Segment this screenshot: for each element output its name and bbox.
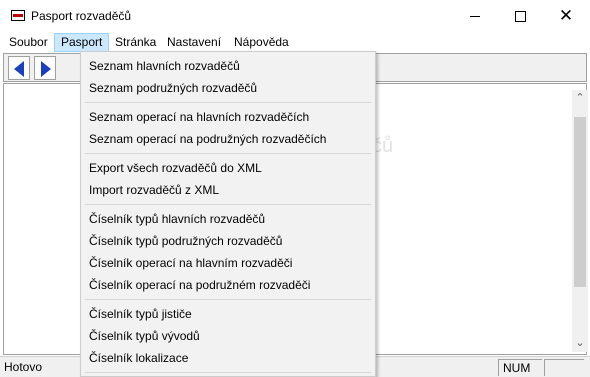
menu-bar: Soubor Pasport Stránka Nastavení Nápověd…: [0, 32, 590, 52]
maximize-icon: [514, 10, 526, 22]
menu-item-export-xml[interactable]: Export všech rozvaděčů do XML: [89, 157, 262, 179]
status-pane-empty: [544, 359, 584, 376]
num-lock-pane: NUM: [498, 359, 542, 376]
menu-item-seznam-hlavnich[interactable]: Seznam hlavních rozvaděčů: [89, 55, 240, 77]
menu-separator: [85, 204, 371, 205]
forward-button[interactable]: [34, 56, 56, 80]
scroll-thumb[interactable]: [574, 117, 586, 287]
forward-arrow-icon: [41, 61, 51, 77]
menu-separator: [85, 372, 371, 373]
status-text: Hotovo: [4, 360, 43, 374]
menu-item-ciselnik-lokalizace[interactable]: Číselník lokalizace: [89, 347, 188, 369]
vertical-scrollbar[interactable]: ⌃ ⌄: [572, 90, 588, 352]
menu-item-import-xml[interactable]: Import rozvaděčů z XML: [89, 179, 219, 201]
menu-napoveda[interactable]: Nápověda: [228, 33, 295, 52]
menu-item-ciselnik-operaci-hlavnim[interactable]: Číselník operací na hlavním rozvaděči: [89, 252, 292, 274]
menu-separator: [85, 102, 371, 103]
minimize-button[interactable]: [452, 0, 498, 32]
back-button[interactable]: [8, 56, 30, 80]
menu-item-ciselnik-typu-hlavnich[interactable]: Číselník typů hlavních rozvaděčů: [89, 208, 265, 230]
menu-pasport[interactable]: Pasport: [54, 33, 110, 52]
app-window-icon[interactable]: [11, 10, 25, 21]
menu-nastaveni[interactable]: Nastavení: [161, 33, 227, 52]
maximize-button[interactable]: [497, 0, 543, 32]
window-title: Pasport rozvaděčů: [31, 9, 132, 23]
menu-separator: [85, 153, 371, 154]
minimize-icon: [470, 15, 480, 17]
menu-soubor[interactable]: Soubor: [3, 33, 54, 52]
num-lock-indicator: NUM: [503, 361, 531, 375]
close-icon: ✕: [558, 5, 574, 26]
close-button[interactable]: ✕: [543, 0, 589, 32]
menu-item-ciselnik-operaci-podruznem[interactable]: Číselník operací na podružném rozvaděči: [89, 274, 310, 296]
menu-item-seznam-podruznych[interactable]: Seznam podružných rozvaděčů: [89, 77, 257, 99]
menu-stranka[interactable]: Stránka: [109, 33, 162, 52]
menu-item-ciselnik-jistice[interactable]: Číselník typů jističe: [89, 303, 192, 325]
pasport-dropdown-menu: Seznam hlavních rozvaděčů Seznam podružn…: [80, 51, 376, 377]
menu-item-operace-hlavnich[interactable]: Seznam operací na hlavních rozvaděčích: [89, 106, 309, 128]
menu-item-operace-podruznych[interactable]: Seznam operací na podružných rozvaděčích: [89, 128, 326, 150]
menu-item-ciselnik-typu-podruznych[interactable]: Číselník typů podružných rozvaděčů: [89, 230, 282, 252]
back-arrow-icon: [14, 61, 24, 77]
title-bar: Pasport rozvaděčů ✕: [0, 0, 590, 32]
scroll-up-icon[interactable]: ⌃: [572, 90, 588, 107]
menu-separator: [85, 299, 371, 300]
scroll-down-icon[interactable]: ⌄: [572, 335, 588, 352]
menu-item-ciselnik-vyvodu[interactable]: Číselník typů vývodů: [89, 325, 200, 347]
